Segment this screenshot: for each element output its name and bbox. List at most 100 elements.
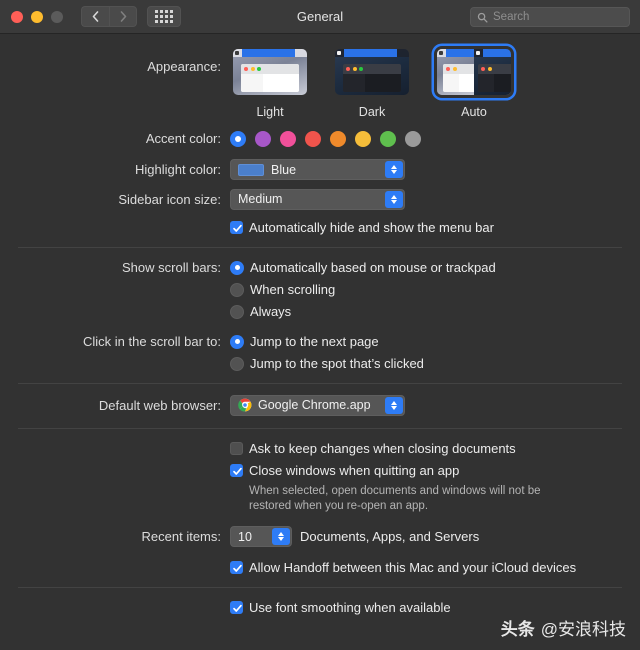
- accent-swatch-green[interactable]: [380, 131, 396, 147]
- appearance-option-light[interactable]: Light: [230, 46, 310, 119]
- scroll-bars-row: Show scroll bars: Automatically based on…: [0, 259, 640, 320]
- accent-color-row: Accent color:: [0, 130, 640, 148]
- sidebar-icon-size-row: Sidebar icon size: Medium: [0, 188, 640, 210]
- search-field[interactable]: Search: [470, 7, 630, 27]
- close-button[interactable]: [11, 10, 23, 23]
- close-windows-label: Close windows when quitting an app: [249, 463, 460, 478]
- close-windows-checkbox[interactable]: [230, 464, 243, 477]
- menu-bar-autohide-label: Automatically hide and show the menu bar: [249, 219, 494, 235]
- chevron-right-icon: [120, 11, 126, 22]
- highlight-color-label: Highlight color:: [135, 162, 221, 177]
- accent-swatch-yellow[interactable]: [355, 131, 371, 147]
- sidebar-icon-size-select[interactable]: Medium: [230, 188, 405, 210]
- appearance-options: Light Dark Auto: [230, 44, 640, 119]
- appearance-option-auto[interactable]: Auto: [434, 46, 514, 119]
- minimize-button[interactable]: [31, 10, 43, 23]
- checkmark-icon: [233, 604, 242, 612]
- accent-swatch-red[interactable]: [305, 131, 321, 147]
- accent-swatch-blue[interactable]: [230, 131, 246, 147]
- chevron-updown-icon: [385, 190, 403, 208]
- highlight-color-row: Highlight color: Blue: [0, 159, 640, 181]
- window-titlebar: General Search: [0, 0, 640, 34]
- recent-items-label: Recent items:: [141, 529, 221, 544]
- appearance-label-light: Light: [256, 105, 284, 119]
- chevron-updown-icon: [385, 396, 403, 414]
- default-browser-label: Default web browser:: [98, 397, 221, 413]
- system-preferences-window: General Search Appearance: Light Dark Au…: [0, 0, 640, 650]
- accent-swatch-graphite[interactable]: [405, 131, 421, 147]
- default-browser-value: Google Chrome.app: [258, 398, 371, 412]
- documents-help-text: When selected, open documents and window…: [249, 485, 541, 512]
- zoom-button[interactable]: [51, 10, 63, 23]
- scroll-bars-option-when-scrolling[interactable]: When scrolling: [230, 281, 640, 298]
- click-scroll-option-next-page[interactable]: Jump to the next page: [230, 333, 640, 350]
- scroll-bars-radio-when-scrolling[interactable]: [230, 282, 244, 297]
- scroll-bars-label-auto: Automatically based on mouse or trackpad: [250, 259, 496, 275]
- documents-row: Ask to keep changes when closing documen…: [0, 440, 640, 514]
- click-scroll-radio-next-page[interactable]: [230, 334, 244, 349]
- highlight-color-swatch: [238, 163, 264, 176]
- menu-bar-autohide-checkbox[interactable]: [230, 220, 243, 234]
- chevron-updown-icon: [272, 528, 290, 545]
- appearance-label: Appearance:: [147, 59, 221, 74]
- click-scroll-bar-label: Click in the scroll bar to:: [83, 333, 221, 349]
- click-scroll-label-next-page: Jump to the next page: [250, 333, 379, 349]
- font-smoothing-row: Use font smoothing when available: [0, 599, 640, 616]
- scroll-bars-option-auto[interactable]: Automatically based on mouse or trackpad: [230, 259, 640, 276]
- accent-swatch-orange[interactable]: [330, 131, 346, 147]
- scroll-bars-label-when-scrolling: When scrolling: [250, 281, 336, 297]
- click-scroll-radio-spot-clicked[interactable]: [230, 356, 244, 371]
- ask-keep-changes-option[interactable]: Ask to keep changes when closing documen…: [230, 440, 640, 457]
- scroll-bars-radio-always[interactable]: [230, 304, 244, 319]
- grid-icon: [155, 10, 173, 23]
- navigation-buttons: [81, 6, 137, 27]
- scroll-bars-option-always[interactable]: Always: [230, 303, 640, 320]
- close-windows-option[interactable]: Close windows when quitting an app: [230, 462, 640, 479]
- scroll-bars-label: Show scroll bars:: [122, 259, 221, 275]
- recent-items-value: 10: [238, 529, 252, 544]
- search-placeholder: Search: [493, 11, 530, 23]
- click-scroll-option-spot-clicked[interactable]: Jump to the spot that’s clicked: [230, 355, 640, 372]
- handoff-row: Allow Handoff between this Mac and your …: [0, 559, 640, 576]
- default-browser-select[interactable]: Google Chrome.app: [230, 394, 405, 416]
- accent-swatch-pink[interactable]: [280, 131, 296, 147]
- font-smoothing-option[interactable]: Use font smoothing when available: [230, 599, 640, 616]
- checkmark-icon: [233, 224, 242, 232]
- checkmark-icon: [233, 564, 242, 572]
- ask-keep-changes-checkbox[interactable]: [230, 442, 243, 455]
- divider-2: [18, 382, 622, 384]
- appearance-thumb-dark-icon: [335, 49, 409, 95]
- sidebar-icon-size-label: Sidebar icon size:: [118, 191, 221, 207]
- recent-items-row: Recent items: 10 Documents, Apps, and Se…: [0, 526, 640, 547]
- chevron-updown-icon: [385, 161, 403, 178]
- font-smoothing-checkbox[interactable]: [230, 601, 243, 614]
- click-scroll-label-spot-clicked: Jump to the spot that’s clicked: [250, 355, 424, 371]
- checkmark-icon: [233, 467, 242, 475]
- ask-keep-changes-label: Ask to keep changes when closing documen…: [249, 441, 516, 456]
- chevron-left-icon: [92, 11, 99, 22]
- appearance-option-dark[interactable]: Dark: [332, 46, 412, 119]
- appearance-thumb-dark-wrap: [332, 46, 412, 98]
- click-scroll-bar-row: Click in the scroll bar to: Jump to the …: [0, 333, 640, 372]
- accent-swatch-purple[interactable]: [255, 131, 271, 147]
- scroll-bars-radio-auto[interactable]: [230, 260, 244, 275]
- appearance-label-auto: Auto: [461, 105, 487, 119]
- default-browser-row: Default web browser: Google Chrome.app: [0, 394, 640, 418]
- handoff-option[interactable]: Allow Handoff between this Mac and your …: [230, 559, 640, 576]
- appearance-label-dark: Dark: [358, 105, 386, 119]
- sidebar-icon-size-value: Medium: [238, 192, 283, 206]
- accent-color-label: Accent color:: [145, 131, 221, 146]
- forward-button[interactable]: [109, 6, 137, 27]
- preferences-content: Appearance: Light Dark Auto Accent color…: [0, 34, 640, 650]
- appearance-thumb-auto-icon: [437, 49, 511, 95]
- recent-items-select[interactable]: 10: [230, 526, 292, 547]
- handoff-checkbox[interactable]: [230, 561, 243, 574]
- divider-1: [18, 246, 622, 248]
- appearance-thumb-light-icon: [233, 49, 307, 95]
- show-all-preferences-button[interactable]: [147, 6, 181, 27]
- appearance-thumb-light-wrap: [230, 46, 310, 98]
- menu-bar-autohide-option[interactable]: Automatically hide and show the menu bar: [230, 219, 640, 236]
- back-button[interactable]: [81, 6, 109, 27]
- highlight-color-select[interactable]: Blue: [230, 159, 405, 180]
- watermark: 头条 @安浪科技: [501, 615, 626, 640]
